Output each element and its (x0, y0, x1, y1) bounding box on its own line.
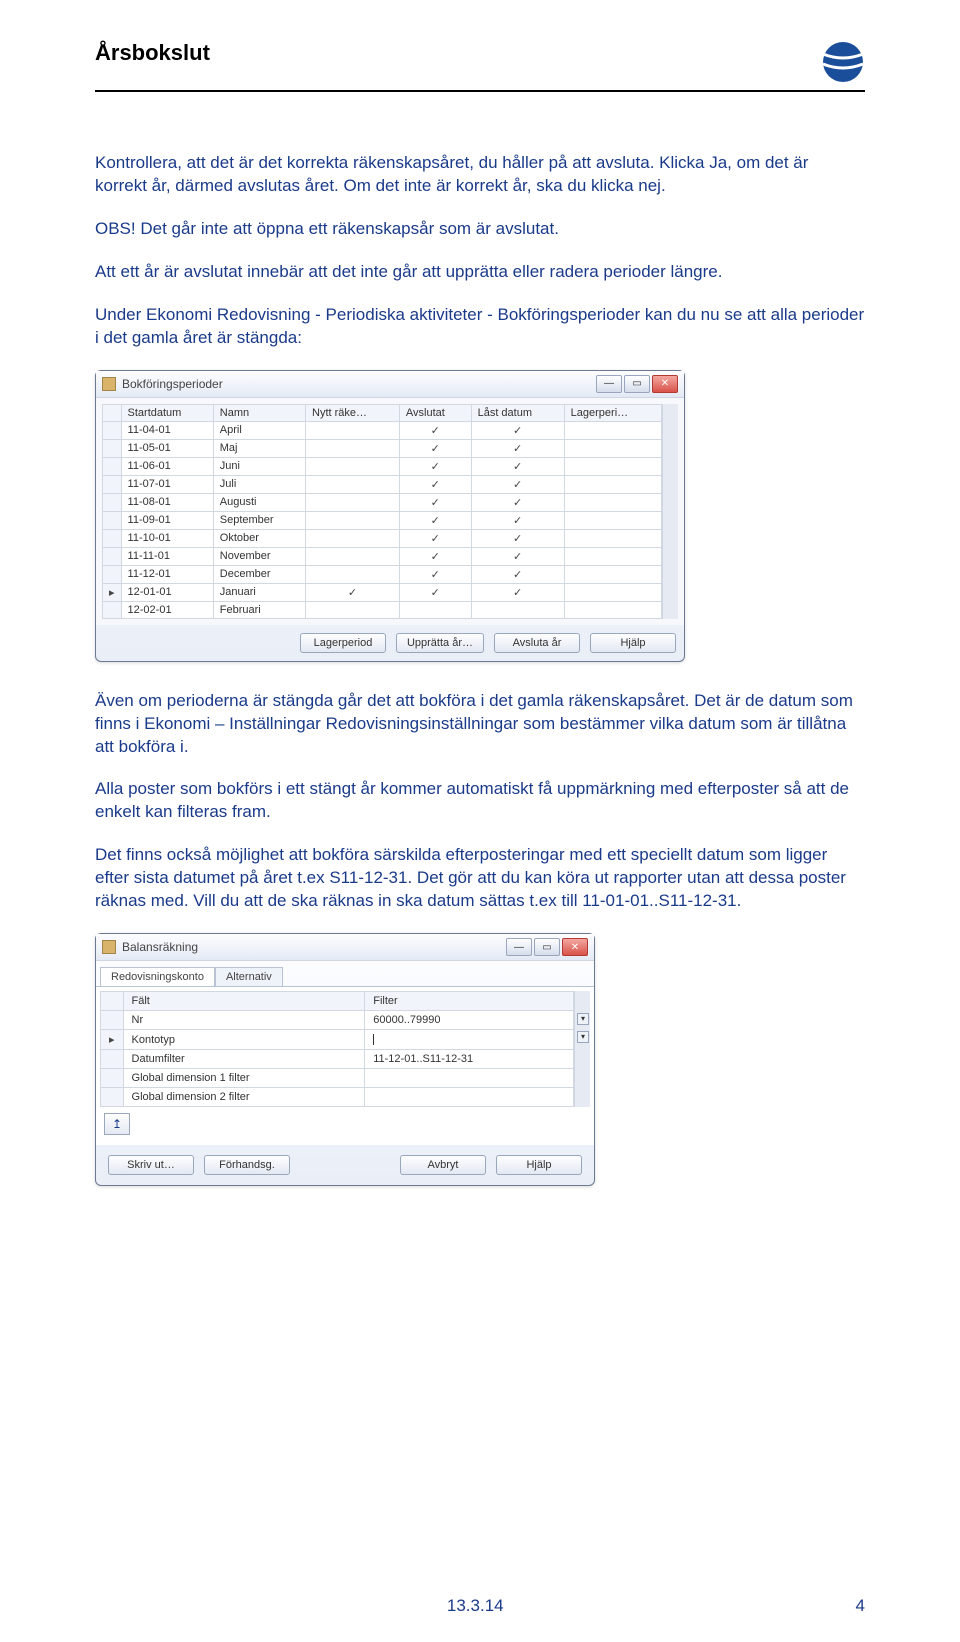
paragraph: OBS! Det går inte att öppna ett räkenska… (95, 218, 865, 241)
table-row[interactable]: ▸12-01-01Januari (103, 583, 662, 601)
col-filter[interactable]: Filter (365, 992, 574, 1011)
table-row[interactable]: Global dimension 1 filter (101, 1069, 574, 1088)
paragraph: Det finns också möjlighet att bokföra sä… (95, 844, 865, 913)
table-row[interactable]: 11-06-01Juni (103, 457, 662, 475)
avsluta-ar-button[interactable]: Avsluta år (494, 633, 580, 653)
maximize-button[interactable]: ▭ (624, 375, 650, 393)
table-row[interactable]: 11-11-01November (103, 547, 662, 565)
paragraph: Att ett år är avslutat innebär att det i… (95, 261, 865, 284)
lagerperiod-button[interactable]: Lagerperiod (300, 633, 386, 653)
page-header: Årsbokslut (95, 40, 865, 92)
col-nytt[interactable]: Nytt räke… (306, 404, 400, 421)
table-row[interactable]: 11-12-01December (103, 565, 662, 583)
window-title: Bokföringsperioder (122, 377, 223, 391)
maximize-button[interactable]: ▭ (534, 938, 560, 956)
company-logo-icon (805, 40, 865, 84)
forhandsg-button[interactable]: Förhandsg. (204, 1155, 290, 1175)
table-row[interactable]: 12-02-01Februari (103, 601, 662, 618)
col-avslutat[interactable]: Avslutat (399, 404, 471, 421)
paragraph: Under Ekonomi Redovisning - Periodiska a… (95, 304, 865, 350)
window-title: Balansräkning (122, 940, 198, 954)
up-arrow-button[interactable]: ↥ (104, 1113, 130, 1135)
table-row[interactable]: 11-10-01Oktober (103, 529, 662, 547)
close-button[interactable]: ✕ (562, 938, 588, 956)
col-startdatum[interactable]: Startdatum (121, 404, 213, 421)
minimize-button[interactable]: — (506, 938, 532, 956)
table-row[interactable]: Global dimension 2 filter (101, 1088, 574, 1107)
bokforingsperioder-window: Bokföringsperioder — ▭ ✕ Startdatum Namn… (95, 370, 685, 662)
avbryt-button[interactable]: Avbryt (400, 1155, 486, 1175)
page-title: Årsbokslut (95, 40, 210, 66)
table-row[interactable]: 11-04-01April (103, 421, 662, 439)
filter-table: Fält Filter Nr60000..79990▸KontotypDatum… (100, 991, 574, 1107)
body-text: Även om perioderna är stängda går det at… (95, 690, 865, 914)
uppratta-ar-button[interactable]: Upprätta år… (396, 633, 484, 653)
tab-alternativ[interactable]: Alternativ (215, 967, 283, 986)
footer-page: 4 (856, 1596, 865, 1616)
paragraph: Alla poster som bokförs i ett stängt år … (95, 778, 865, 824)
skriv-ut-button[interactable]: Skriv ut… (108, 1155, 194, 1175)
dropdown-icon[interactable]: ▾ (577, 1013, 589, 1025)
table-row[interactable]: Datumfilter11-12-01..S11-12-31 (101, 1050, 574, 1069)
window-icon (102, 377, 116, 391)
footer-date: 13.3.14 (447, 1596, 504, 1616)
minimize-button[interactable]: — (596, 375, 622, 393)
table-row[interactable]: 11-05-01Maj (103, 439, 662, 457)
table-row[interactable]: 11-07-01Juli (103, 475, 662, 493)
scrollbar[interactable]: ▾ ▾ (574, 991, 590, 1107)
col-namn[interactable]: Namn (213, 404, 305, 421)
scrollbar[interactable] (662, 404, 678, 619)
window-icon (102, 940, 116, 954)
col-falt[interactable]: Fält (123, 992, 365, 1011)
hjalp-button[interactable]: Hjälp (496, 1155, 582, 1175)
window-titlebar: Bokföringsperioder — ▭ ✕ (96, 371, 684, 398)
page-footer: 13.3.14 4 (0, 1596, 960, 1616)
window-titlebar: Balansräkning — ▭ ✕ (96, 934, 594, 961)
tab-redovisningskonto[interactable]: Redovisningskonto (100, 967, 215, 986)
paragraph: Kontrollera, att det är det korrekta räk… (95, 152, 865, 198)
table-row[interactable]: ▸Kontotyp (101, 1030, 574, 1050)
balansrakning-window: Balansräkning — ▭ ✕ Redovisningskonto Al… (95, 933, 595, 1186)
col-lager[interactable]: Lagerperi… (564, 404, 661, 421)
dropdown-icon[interactable]: ▾ (577, 1031, 589, 1043)
periods-table: Startdatum Namn Nytt räke… Avslutat Låst… (102, 404, 662, 619)
body-text: Kontrollera, att det är det korrekta räk… (95, 152, 865, 350)
col-last[interactable]: Låst datum (471, 404, 564, 421)
table-row[interactable]: Nr60000..79990 (101, 1011, 574, 1030)
close-button[interactable]: ✕ (652, 375, 678, 393)
hjalp-button[interactable]: Hjälp (590, 633, 676, 653)
table-row[interactable]: 11-09-01September (103, 511, 662, 529)
paragraph: Även om perioderna är stängda går det at… (95, 690, 865, 759)
table-row[interactable]: 11-08-01Augusti (103, 493, 662, 511)
